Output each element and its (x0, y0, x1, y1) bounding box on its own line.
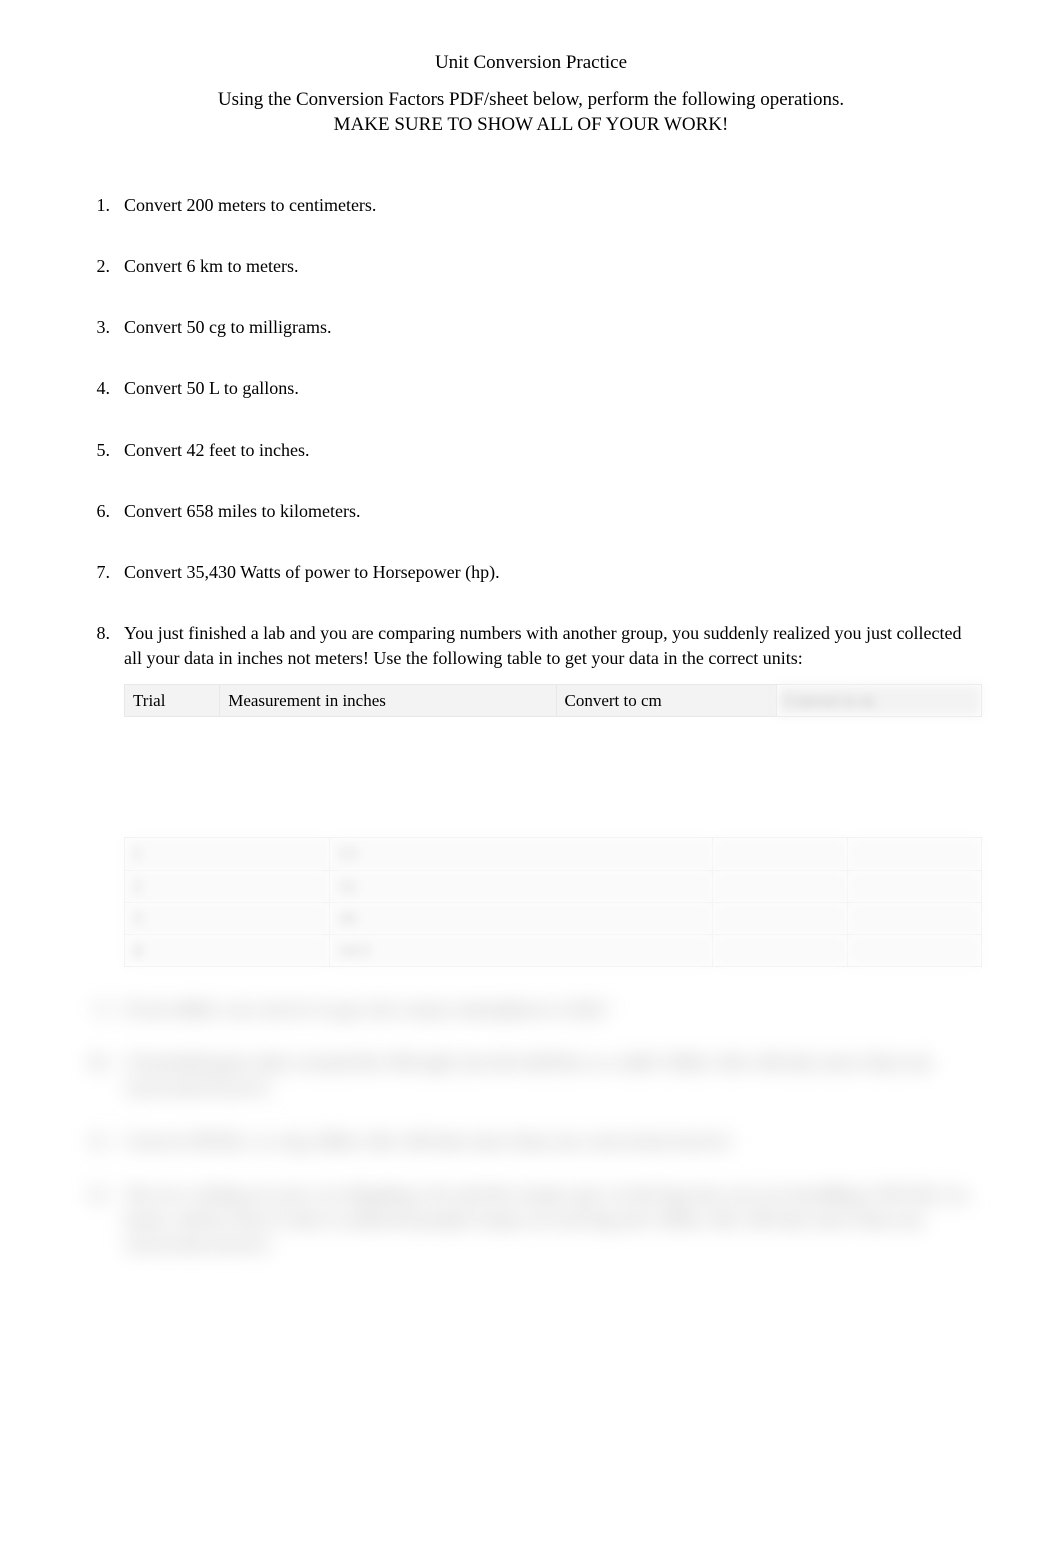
question-list: 1. Convert 200 meters to centimeters. 2.… (80, 193, 982, 717)
question-item: 2. Convert 6 km to meters. (80, 254, 982, 279)
question-text: If one dollar can convert to gas, how ma… (110, 997, 982, 1022)
subtitle-block: Using the Conversion Factors PDF/sheet b… (80, 87, 982, 138)
question-text: Convert 658 miles to kilometers. (110, 499, 982, 524)
table-row: 316 (125, 902, 982, 934)
question-text: Convert 850 lbs. so a kg. (Hint: this wi… (110, 1129, 982, 1154)
data-table: Trial Measurement in inches Convert to c… (124, 684, 982, 718)
question-item: 9. If one dollar can convert to gas, how… (80, 997, 982, 1022)
table-row: 113 (125, 838, 982, 870)
question-number: 1. (80, 193, 110, 218)
question-content-with-table: You just finished a lab and you are comp… (110, 621, 982, 717)
question-number: 9. (80, 997, 110, 1022)
question-number: 8. (80, 621, 110, 646)
question-number: 5. (80, 438, 110, 463)
question-number: 6. (80, 499, 110, 524)
question-text: Convert 50 L to gallons. (110, 376, 982, 401)
question-item: 8. You just finished a lab and you are c… (80, 621, 982, 717)
question-number: 2. (80, 254, 110, 279)
question-number: 3. (80, 315, 110, 340)
table-header-trial: Trial (125, 684, 220, 717)
blurred-question-list: 9. If one dollar can convert to gas, how… (80, 997, 982, 1257)
question-text: You are waiting on your car shopping a l… (110, 1182, 982, 1258)
table-header-convert-m: Convert to m (776, 684, 982, 717)
question-number: 10. (80, 1050, 110, 1075)
question-item: 11. Convert 850 lbs. so a kg. (Hint: thi… (80, 1129, 982, 1154)
question-item: 4. Convert 50 L to gallons. (80, 376, 982, 401)
question-item: 10. A baseball game takes around the 100… (80, 1050, 982, 1100)
question-item: 6. Convert 658 miles to kilometers. (80, 499, 982, 524)
data-table-container: Trial Measurement in inches Convert to c… (124, 684, 982, 718)
blurred-data-table: 113 212 316 414.5 (124, 837, 982, 967)
table-header-measurement: Measurement in inches (220, 684, 556, 717)
question-number: 7. (80, 560, 110, 585)
question-item: 3. Convert 50 cg to milligrams. (80, 315, 982, 340)
question-item: 1. Convert 200 meters to centimeters. (80, 193, 982, 218)
question-text: Convert 50 cg to milligrams. (110, 315, 982, 340)
question-number: 4. (80, 376, 110, 401)
table-header-row: Trial Measurement in inches Convert to c… (125, 684, 982, 717)
question-number: 11. (80, 1129, 110, 1154)
table-row: 414.5 (125, 934, 982, 966)
question-text: Convert 200 meters to centimeters. (110, 193, 982, 218)
page-title: Unit Conversion Practice (80, 50, 982, 77)
question-text: A baseball game takes around the 100 mph… (110, 1050, 982, 1100)
subtitle-line-2: MAKE SURE TO SHOW ALL OF YOUR WORK! (80, 112, 982, 138)
question-item: 12. You are waiting on your car shopping… (80, 1182, 982, 1258)
question-text: You just finished a lab and you are comp… (124, 623, 961, 668)
table-row: 212 (125, 870, 982, 902)
question-text: Convert 42 feet to inches. (110, 438, 982, 463)
blank-space (80, 727, 982, 837)
question-text: Convert 35,430 Watts of power to Horsepo… (110, 560, 982, 585)
subtitle-line-1: Using the Conversion Factors PDF/sheet b… (80, 87, 982, 113)
question-item: 5. Convert 42 feet to inches. (80, 438, 982, 463)
blurred-table-section: 113 212 316 414.5 (80, 837, 982, 967)
question-item: 7. Convert 35,430 Watts of power to Hors… (80, 560, 982, 585)
table-header-convert-cm: Convert to cm (556, 684, 776, 717)
question-number: 12. (80, 1182, 110, 1207)
question-text: Convert 6 km to meters. (110, 254, 982, 279)
